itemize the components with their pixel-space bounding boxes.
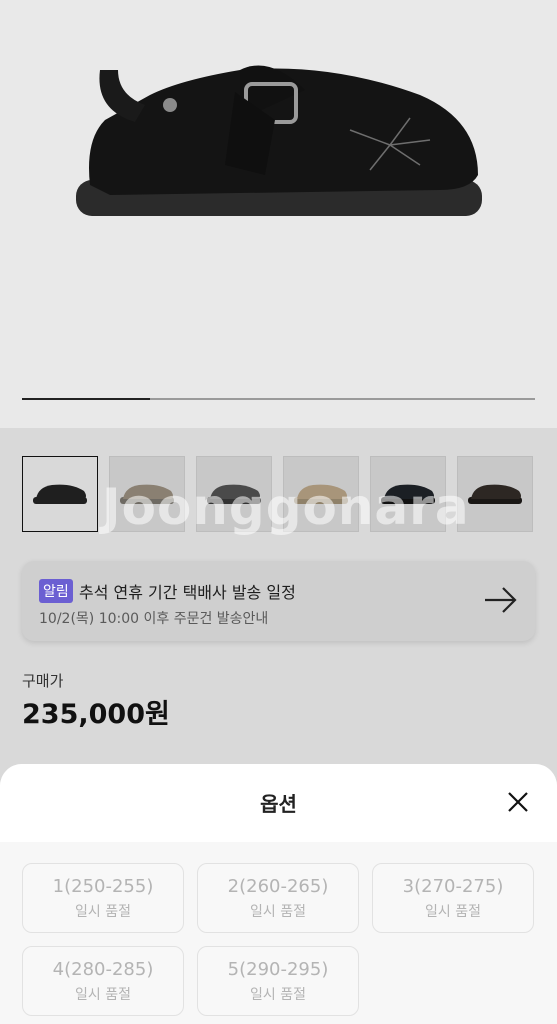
size-option[interactable]: 4(280-285) 일시 품절: [22, 946, 184, 1016]
notice-badge: 알림: [39, 579, 73, 603]
option-bottom-sheet: 옵션 1(250-255) 일시 품절 2(260-265) 일시 품절 3(2…: [0, 764, 557, 1024]
size-option-label: 5(290-295): [227, 959, 329, 980]
size-option[interactable]: 5(290-295) 일시 품절: [197, 946, 359, 1016]
sheet-header: 옵션: [0, 764, 557, 842]
clog-shoe-image: [76, 65, 482, 216]
size-option-status: 일시 품절: [425, 904, 481, 920]
sheet-title: 옵션: [260, 792, 297, 816]
image-carousel-progress-fill: [22, 398, 151, 400]
notice-title: 추석 연휴 기간 택배사 발송 일정: [79, 583, 296, 602]
watermark: Joonggonara: [102, 478, 470, 536]
size-option-label: 1(250-255): [52, 876, 154, 897]
size-option-status: 일시 품절: [75, 987, 131, 1003]
price-label: 구매가: [22, 672, 64, 690]
size-option-label: 2(260-265): [227, 876, 329, 897]
size-option[interactable]: 2(260-265) 일시 품절: [197, 863, 359, 933]
price-value: 235,000원: [22, 699, 170, 730]
size-option-status: 일시 품절: [250, 987, 306, 1003]
size-option[interactable]: 1(250-255) 일시 품절: [22, 863, 184, 933]
arrow-right-icon[interactable]: [483, 586, 519, 614]
size-option-label: 3(270-275): [402, 876, 504, 897]
notice-subtitle: 10/2(목) 10:00 이후 주문건 발송안내: [39, 611, 269, 627]
size-option[interactable]: 3(270-275) 일시 품절: [372, 863, 534, 933]
product-hero-image[interactable]: [0, 0, 557, 428]
thumbnail-option[interactable]: [22, 456, 98, 532]
size-option-label: 4(280-285): [52, 959, 154, 980]
image-carousel-progress: [22, 398, 535, 400]
close-icon[interactable]: [506, 790, 530, 814]
size-option-status: 일시 품절: [75, 904, 131, 920]
shipping-notice-card[interactable]: 알림 추석 연휴 기간 택배사 발송 일정 10/2(목) 10:00 이후 주…: [22, 561, 535, 641]
size-option-status: 일시 품절: [250, 904, 306, 920]
